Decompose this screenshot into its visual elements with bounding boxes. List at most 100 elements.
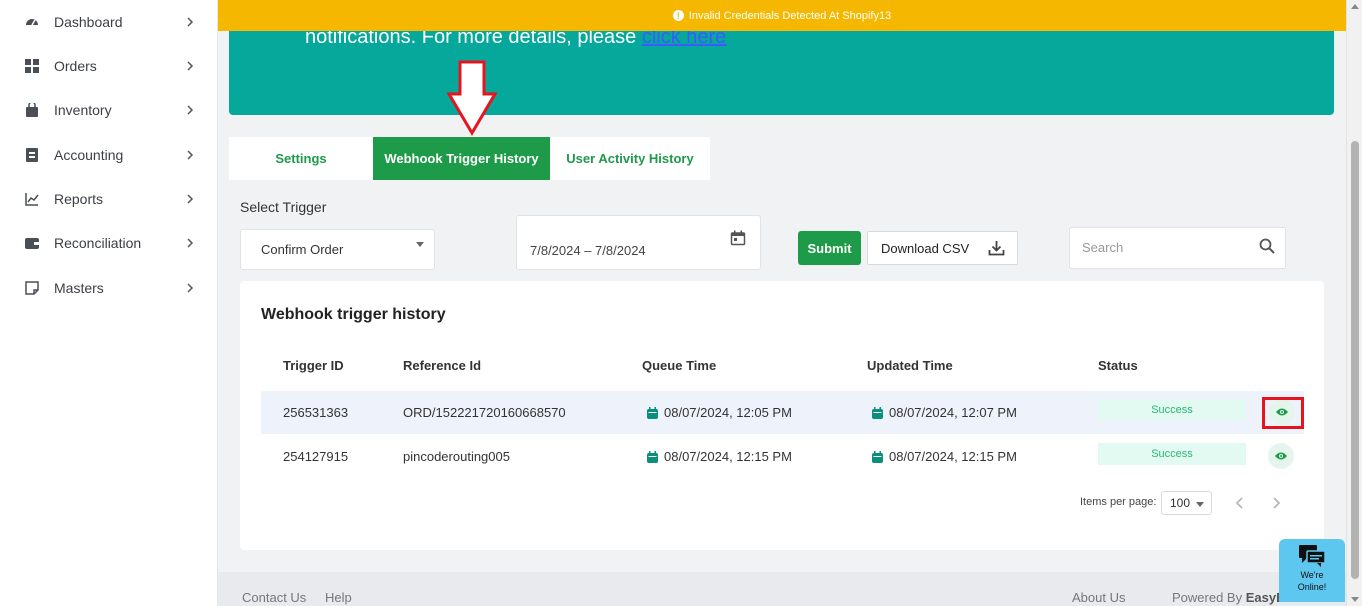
- sidebar-item-reconciliation[interactable]: Reconciliation: [0, 228, 218, 258]
- queue-time-value: 08/07/2024, 12:05 PM: [664, 405, 792, 420]
- caret-down-icon: [1196, 502, 1204, 507]
- about-us-link[interactable]: About Us: [1072, 590, 1125, 605]
- chevron-right-icon: [186, 59, 196, 73]
- webhook-history-card: Webhook trigger history Trigger ID Refer…: [240, 281, 1324, 550]
- sidebar-item-orders[interactable]: Orders: [0, 51, 218, 81]
- updated-time-cell: 08/07/2024, 12:15 PM: [872, 449, 1017, 464]
- download-csv-button[interactable]: Download CSV: [867, 231, 1018, 265]
- chat-bubble-icon: [1299, 545, 1326, 572]
- scroll-down-arrow-icon[interactable]: [1351, 597, 1359, 602]
- table-row: 256531363 ORD/152221720160668570 08/07/2…: [261, 391, 1304, 434]
- items-per-page-label: Items per page:: [1080, 496, 1157, 508]
- scroll-up-arrow-icon[interactable]: [1351, 4, 1359, 9]
- grid-icon: [25, 59, 39, 73]
- calendar-icon: [647, 406, 658, 419]
- reference-id-cell: pincoderouting005: [403, 449, 510, 464]
- notification-banner: notifications. For more details, please …: [229, 31, 1334, 115]
- sidebar-item-dashboard[interactable]: Dashboard: [0, 7, 218, 37]
- calendar-icon: [647, 450, 658, 463]
- sidebar-item-accounting[interactable]: Accounting: [0, 140, 218, 170]
- alert-bar: ! Invalid Credentials Detected At Shopif…: [218, 0, 1346, 31]
- search-icon[interactable]: [1259, 238, 1275, 259]
- chat-line-2: Online!: [1297, 582, 1327, 592]
- sidebar-item-label: Inventory: [54, 102, 112, 118]
- table-row: 254127915 pincoderouting005 08/07/2024, …: [261, 435, 1304, 478]
- updated-time-value: 08/07/2024, 12:15 PM: [889, 449, 1017, 464]
- help-link[interactable]: Help: [325, 590, 352, 605]
- items-per-page-select[interactable]: 100: [1161, 491, 1212, 515]
- trigger-id-cell: 256531363: [283, 405, 349, 420]
- column-header-reference-id: Reference Id: [403, 358, 482, 373]
- sidebar-item-label: Reports: [54, 191, 104, 207]
- note-icon: [25, 281, 39, 295]
- chevron-right-icon: [186, 103, 196, 117]
- card-title: Webhook trigger history: [261, 306, 446, 323]
- queue-time-value: 08/07/2024, 12:15 PM: [664, 449, 792, 464]
- calendar-icon: [872, 406, 883, 419]
- powered-by-prefix: Powered By: [1172, 590, 1246, 605]
- alert-text: Invalid Credentials Detected At Shopify1…: [688, 9, 892, 22]
- annotation-arrow-icon: [446, 60, 498, 136]
- chevron-right-icon: [186, 148, 196, 162]
- calendar-icon: [872, 450, 883, 463]
- sidebar-item-reports[interactable]: Reports: [0, 184, 218, 214]
- reference-id-cell: ORD/152221720160668570: [403, 405, 566, 420]
- tab-settings[interactable]: Settings: [229, 137, 373, 180]
- live-chat-widget[interactable]: We're Online!: [1279, 539, 1345, 602]
- column-header-updated-time: Updated Time: [867, 358, 953, 373]
- sidebar-item-inventory[interactable]: Inventory: [0, 95, 218, 125]
- previous-page-button[interactable]: [1230, 493, 1250, 513]
- chevron-right-icon: [186, 192, 196, 206]
- sidebar-item-label: Masters: [54, 280, 104, 296]
- trigger-select[interactable]: Confirm Order: [240, 229, 435, 270]
- chevron-right-icon: [186, 15, 196, 29]
- updated-time-cell: 08/07/2024, 12:07 PM: [872, 405, 1017, 420]
- download-icon: [988, 240, 1005, 259]
- column-header-queue-time: Queue Time: [642, 358, 717, 373]
- column-header-status: Status: [1098, 358, 1138, 373]
- eye-icon: [1275, 452, 1287, 460]
- chart-icon: [25, 192, 39, 206]
- search-box: [1069, 227, 1286, 269]
- chevron-right-icon: [186, 281, 196, 295]
- vertical-scrollbar[interactable]: [1346, 0, 1362, 606]
- ledger-icon: [25, 148, 39, 162]
- chat-status-text: We're Online!: [1279, 569, 1345, 593]
- sidebar: Dashboard Orders Inventory Accounting Re…: [0, 0, 218, 606]
- updated-time-value: 08/07/2024, 12:07 PM: [889, 405, 1017, 420]
- queue-time-cell: 08/07/2024, 12:05 PM: [647, 405, 792, 420]
- scrollbar-thumb[interactable]: [1351, 141, 1359, 579]
- chevron-left-icon: [1236, 497, 1243, 509]
- search-input[interactable]: [1082, 240, 1242, 255]
- tab-webhook-trigger-history[interactable]: Webhook Trigger History: [373, 137, 550, 180]
- banner-text: notifications. For more details, please …: [305, 31, 726, 49]
- date-range-picker[interactable]: 7/8/2024 – 7/8/2024: [516, 215, 761, 270]
- chat-line-1: We're: [1300, 570, 1324, 580]
- sidebar-item-label: Dashboard: [54, 14, 123, 30]
- next-page-button[interactable]: [1266, 493, 1286, 513]
- footer: Contact Us Help About Us Powered By Easy…: [218, 572, 1346, 606]
- bag-icon: [25, 103, 39, 117]
- chevron-right-icon: [186, 236, 196, 250]
- sidebar-item-masters[interactable]: Masters: [0, 273, 218, 303]
- gauge-icon: [25, 15, 39, 29]
- select-trigger-label: Select Trigger: [240, 199, 327, 215]
- view-details-button[interactable]: [1268, 443, 1294, 469]
- trigger-select-value: Confirm Order: [261, 242, 344, 257]
- download-csv-label: Download CSV: [881, 241, 970, 256]
- column-header-trigger-id: Trigger ID: [283, 358, 344, 373]
- tab-user-activity-history[interactable]: User Activity History: [550, 137, 710, 180]
- annotation-highlight-box: [1262, 397, 1304, 429]
- banner-link[interactable]: click here: [642, 31, 726, 48]
- items-per-page-value: 100: [1170, 496, 1191, 510]
- submit-button[interactable]: Submit: [798, 231, 861, 265]
- chevron-right-icon: [1273, 497, 1280, 509]
- contact-us-link[interactable]: Contact Us: [242, 590, 306, 605]
- sidebar-item-label: Orders: [54, 58, 97, 74]
- caret-down-icon: [416, 242, 424, 247]
- calendar-icon[interactable]: [730, 230, 746, 249]
- queue-time-cell: 08/07/2024, 12:15 PM: [647, 449, 792, 464]
- sidebar-item-label: Accounting: [54, 147, 124, 163]
- banner-message: notifications. For more details, please: [305, 31, 642, 48]
- sidebar-item-label: Reconciliation: [54, 235, 142, 251]
